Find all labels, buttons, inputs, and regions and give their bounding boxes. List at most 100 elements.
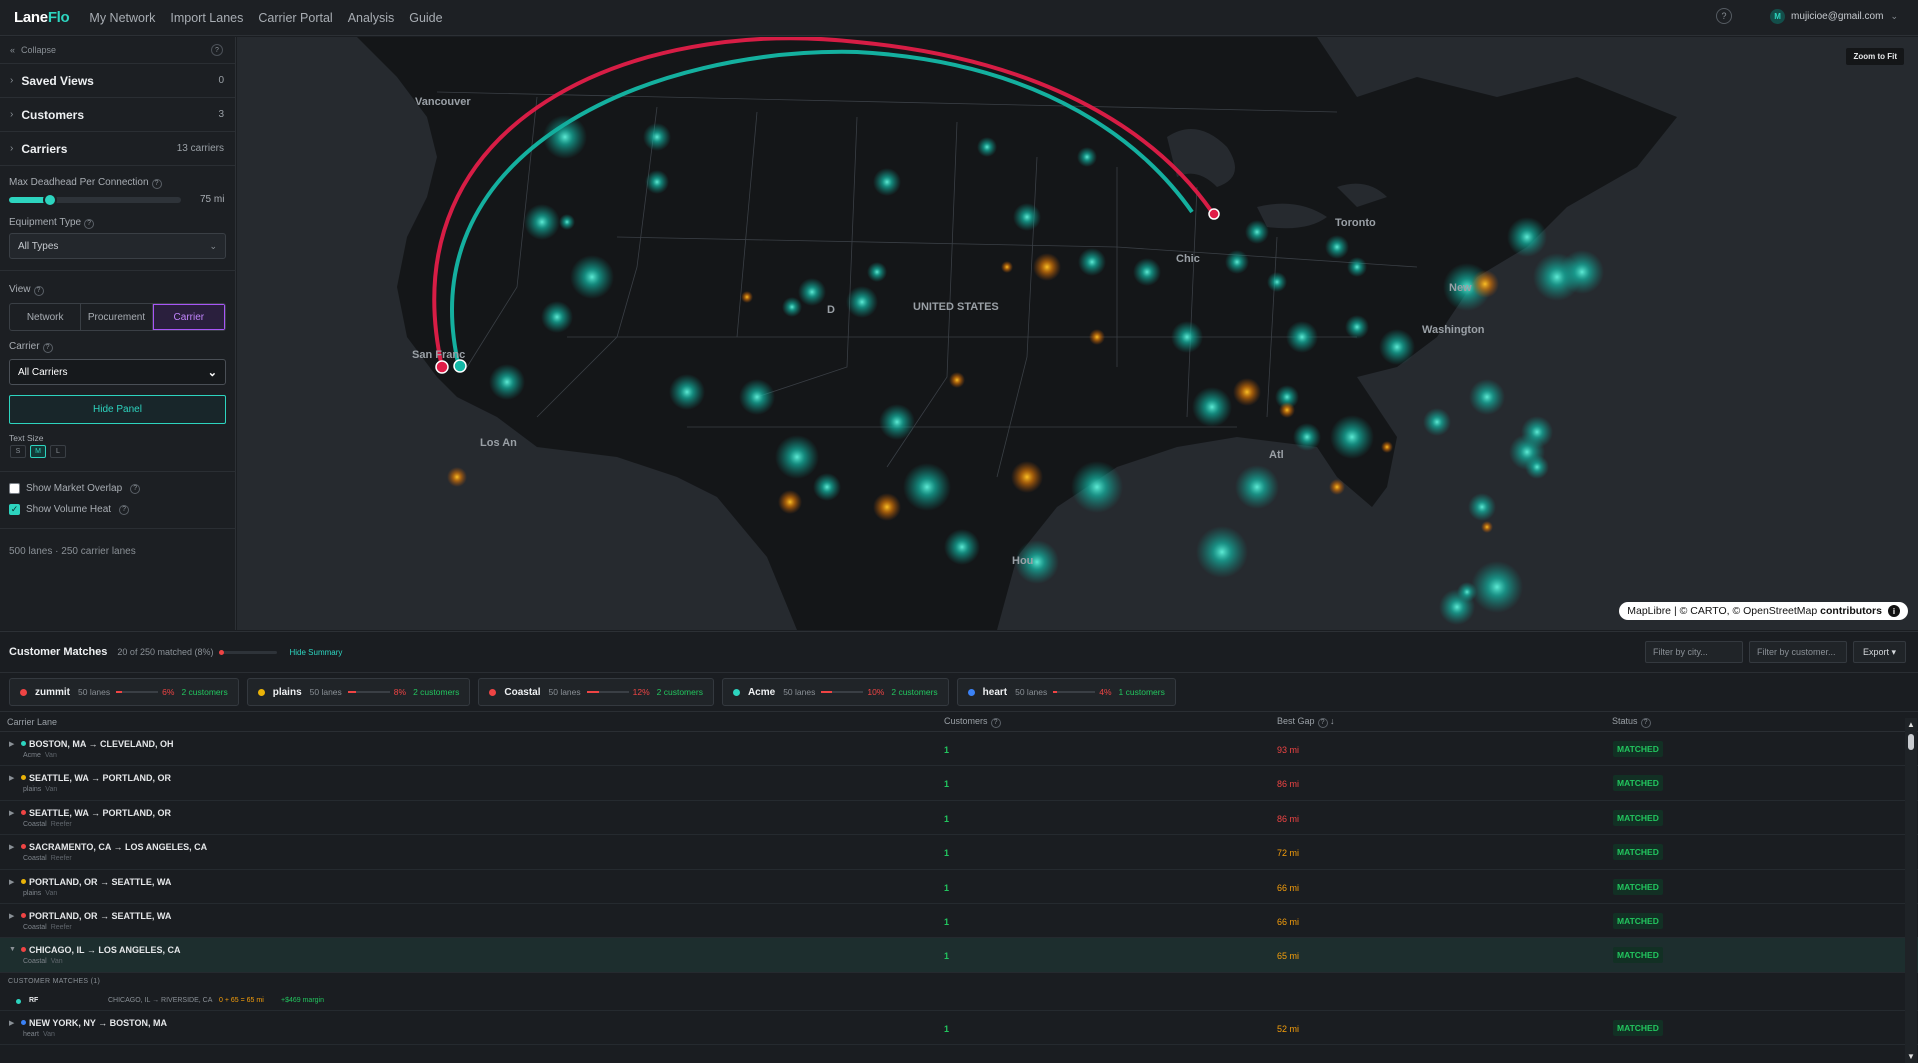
slider-handle[interactable] — [43, 193, 58, 207]
heat-blob — [1286, 321, 1318, 353]
nav-guide[interactable]: Guide — [409, 11, 442, 25]
zoom-to-fit-button[interactable]: Zoom to Fit — [1846, 48, 1904, 65]
nav-import-lanes[interactable]: Import Lanes — [170, 11, 243, 25]
chip-percent: 10% — [867, 687, 885, 697]
heat-blob — [541, 301, 573, 333]
chip-percent: 12% — [632, 687, 650, 697]
lane-meta: Coastal Reefer — [23, 820, 72, 828]
caret-right-icon[interactable]: ▶ — [9, 740, 14, 748]
hide-panel-button[interactable]: Hide Panel — [9, 395, 226, 424]
customer-match-row[interactable]: RF CHICAGO, IL → RIVERSIDE, CA 0 + 65 = … — [0, 990, 1918, 1011]
filter-city-input[interactable]: Filter by city... — [1644, 641, 1743, 663]
carrier-chip-acme[interactable]: Acme 50 lanes 10% 2 customers — [721, 678, 949, 706]
map-attribution[interactable]: MapLibre | © CARTO, © OpenStreetMap cont… — [1619, 602, 1908, 620]
heat-blob — [489, 364, 525, 400]
heat-blob — [1521, 416, 1553, 448]
carrier-chip-plains[interactable]: plains 50 lanes 8% 2 customers — [246, 678, 471, 706]
heat-blob — [1233, 378, 1261, 406]
col-best-gap[interactable]: Best Gap? ↓ — [1277, 716, 1335, 728]
table-row[interactable]: ▶ PORTLAND, OR → SEATTLE, WA Coastal Reef… — [0, 904, 1918, 939]
caret-right-icon[interactable]: ▶ — [9, 878, 14, 886]
table-row[interactable]: ▶ SEATTLE, WA → PORTLAND, OR plains Van 1… — [0, 766, 1918, 801]
customer-count: 1 — [944, 916, 950, 927]
avatar: M — [1770, 8, 1786, 24]
table-row[interactable]: ▶ NEW YORK, NY → BOSTON, MA heart Van 1 5… — [0, 1011, 1918, 1046]
view-procurement-button[interactable]: Procurement — [81, 304, 153, 330]
heat-blob — [949, 372, 965, 388]
checkbox-unchecked[interactable] — [9, 483, 20, 494]
section-carriers[interactable]: › Carriers 13 carriers — [0, 132, 235, 166]
caret-right-icon[interactable]: ▶ — [9, 1019, 14, 1027]
section-customers[interactable]: › Customers 3 — [0, 98, 235, 132]
col-status[interactable]: Status? — [1612, 716, 1651, 728]
nav-analysis[interactable]: Analysis — [348, 11, 395, 25]
table-row[interactable]: ▶ SACRAMENTO, CA → LOS ANGELES, CA Coast… — [0, 835, 1918, 870]
map-view[interactable]: Vancouver Toronto UNITED STATES San Fran… — [237, 37, 1918, 630]
help-button[interactable]: ? — [1716, 8, 1733, 24]
nav-my-network[interactable]: My Network — [89, 11, 155, 25]
help-icon[interactable]: ? — [211, 44, 223, 56]
carrier-chip-zummit[interactable]: zummit 50 lanes 6% 2 customers — [9, 678, 239, 706]
caret-down-icon[interactable]: ▼ — [9, 946, 16, 953]
text-size-label: Text Size — [9, 433, 44, 443]
user-menu[interactable]: M mujicioe@gmail.com ⌄ — [1770, 8, 1898, 24]
market-overlap-checkbox[interactable]: Show Market Overlap? — [9, 483, 141, 494]
chip-match-bar — [1053, 691, 1096, 693]
divider — [0, 528, 236, 529]
table-row[interactable]: ▶ PORTLAND, OR → SEATTLE, WA plains Van 1… — [0, 870, 1918, 904]
scroll-thumb[interactable] — [1908, 734, 1914, 750]
volume-heat-checkbox[interactable]: ✓ Show Volume Heat? — [9, 504, 130, 515]
sidebar: « Collapse ? › Saved Views 0 › Customers… — [0, 37, 236, 630]
filter-customer-input[interactable]: Filter by customer... — [1748, 641, 1847, 663]
collapse-button[interactable]: « Collapse ? — [0, 37, 235, 64]
map-label-atlanta: Atl — [1269, 449, 1284, 461]
customer-matches-subheader: CUSTOMER MATCHES (1) — [8, 977, 101, 985]
heat-blob — [944, 529, 980, 565]
scroll-up-icon[interactable]: ▲ — [1907, 720, 1915, 729]
caret-right-icon[interactable]: ▶ — [9, 774, 14, 782]
equipment-select[interactable]: All Types ⌄ — [9, 233, 226, 259]
customer-count: 1 — [944, 951, 950, 962]
heat-blob — [1071, 461, 1123, 513]
heat-blob — [778, 490, 802, 514]
carrier-color-dot — [21, 809, 26, 815]
hide-summary-link[interactable]: Hide Summary — [289, 648, 342, 657]
col-carrier-lane[interactable]: Carrier Lane — [7, 717, 57, 727]
deadhead-slider[interactable] — [9, 193, 181, 207]
status-badge: MATCHED — [1613, 775, 1663, 792]
customer-margin: +$469 margin — [281, 996, 325, 1004]
chevron-right-icon: › — [10, 75, 14, 86]
lane-route: SACRAMENTO, CA → LOS ANGELES, CA — [29, 842, 208, 853]
text-size-l[interactable]: L — [50, 445, 66, 458]
info-icon[interactable]: i — [1888, 605, 1900, 617]
nav-carrier-portal[interactable]: Carrier Portal — [258, 11, 332, 25]
heat-blob — [775, 435, 819, 479]
col-customers[interactable]: Customers? — [944, 716, 1001, 728]
best-gap: 52 mi — [1277, 1023, 1300, 1034]
text-size-s[interactable]: S — [10, 445, 26, 458]
table-scrollbar[interactable]: ▲ ▼ — [1905, 718, 1917, 1063]
heat-blob — [1077, 147, 1097, 167]
app-logo[interactable]: LaneFlo — [14, 9, 70, 26]
caret-right-icon[interactable]: ▶ — [9, 843, 14, 851]
table-row[interactable]: ▶ SEATTLE, WA → PORTLAND, OR Coastal Reef… — [0, 801, 1918, 836]
check-icon[interactable]: ✓ — [9, 504, 20, 515]
section-title: Customers — [21, 107, 85, 122]
carrier-chip-heart[interactable]: heart 50 lanes 4% 1 customers — [956, 678, 1176, 706]
map-canvas[interactable]: Vancouver Toronto UNITED STATES San Fran… — [237, 37, 1918, 630]
caret-right-icon[interactable]: ▶ — [9, 809, 14, 817]
view-carrier-button[interactable]: Carrier — [152, 304, 225, 330]
caret-right-icon[interactable]: ▶ — [9, 912, 14, 920]
double-chevron-left-icon: « — [10, 45, 16, 55]
view-network-button[interactable]: Network — [10, 304, 82, 330]
export-button[interactable]: Export ▾ — [1852, 641, 1906, 663]
table-row[interactable]: ▼ CHICAGO, IL → LOS ANGELES, CA Coastal V… — [0, 938, 1918, 973]
table-row[interactable]: ▶ BOSTON, MA → CLEVELAND, OH Acme Van 1 9… — [0, 732, 1918, 767]
text-size-m[interactable]: M — [30, 445, 46, 458]
carrier-select[interactable]: All Carriers ⌄ — [9, 359, 226, 385]
carrier-chip-coastal[interactable]: Coastal 50 lanes 12% 2 customers — [478, 678, 714, 706]
section-saved-views[interactable]: › Saved Views 0 — [0, 64, 235, 98]
scroll-down-icon[interactable]: ▼ — [1907, 1052, 1915, 1061]
heat-blob — [1560, 250, 1604, 294]
lane-endpoint-marker — [1208, 208, 1220, 220]
